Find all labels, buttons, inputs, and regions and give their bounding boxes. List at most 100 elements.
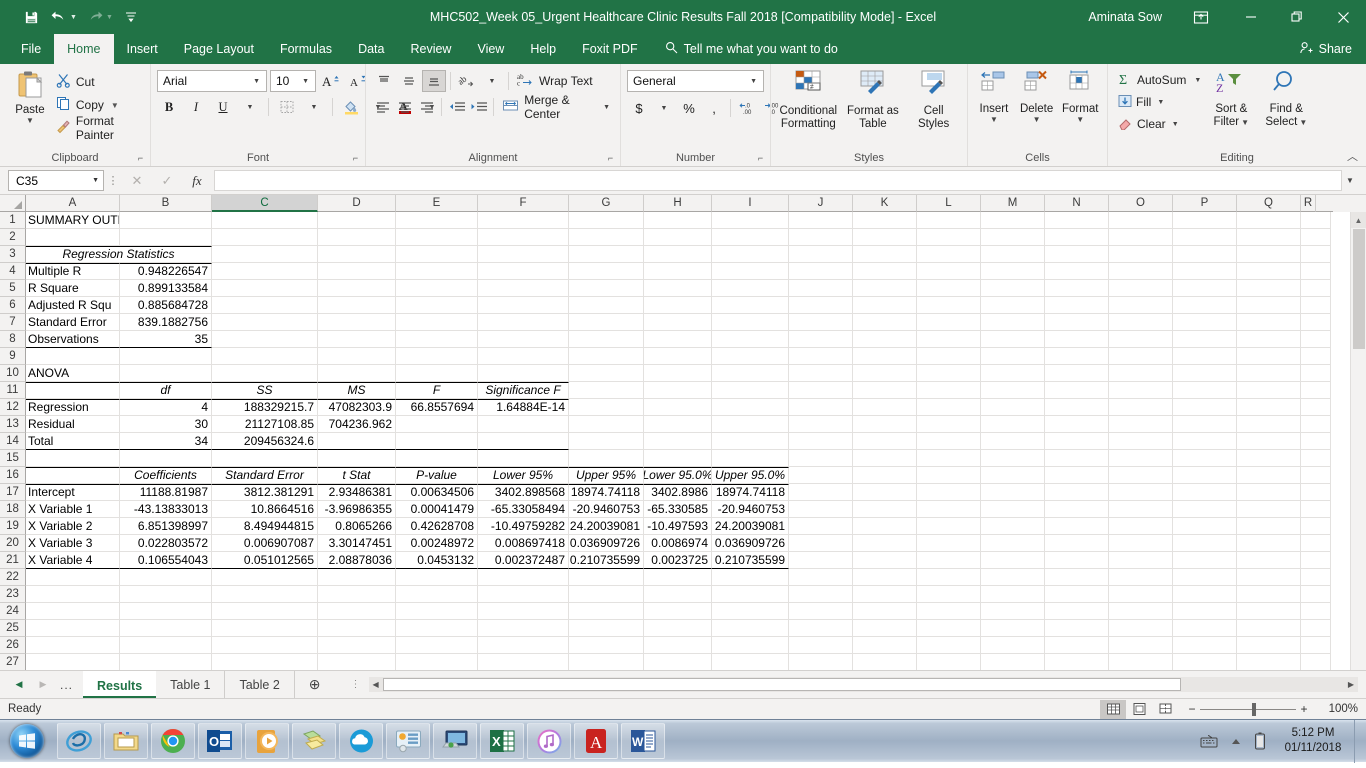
column-header-O[interactable]: O — [1109, 195, 1173, 212]
cell-M8[interactable] — [981, 331, 1045, 348]
cell-B10[interactable] — [120, 365, 212, 382]
cell-P20[interactable] — [1173, 535, 1237, 552]
cell-O1[interactable] — [1109, 212, 1173, 229]
cell-G8[interactable] — [569, 331, 644, 348]
wrap-text-button[interactable]: ab c Wrap Text — [513, 70, 597, 92]
merge-center-dropdown-caret[interactable]: ▼ — [603, 104, 610, 111]
cell-G25[interactable] — [569, 620, 644, 637]
cell-R9[interactable] — [1301, 348, 1331, 365]
cell-H1[interactable] — [644, 212, 712, 229]
cell-R23[interactable] — [1301, 586, 1331, 603]
cell-M13[interactable] — [981, 416, 1045, 433]
cell-H11[interactable] — [644, 382, 712, 399]
column-header-E[interactable]: E — [396, 195, 478, 212]
column-header-H[interactable]: H — [644, 195, 712, 212]
cell-L1[interactable] — [917, 212, 981, 229]
increase-font-size-icon[interactable]: A — [319, 70, 343, 92]
save-icon[interactable] — [18, 5, 44, 29]
row-header-16[interactable]: 16 — [0, 467, 26, 484]
cell-L5[interactable] — [917, 280, 981, 297]
cell-L19[interactable] — [917, 518, 981, 535]
cell-J9[interactable] — [789, 348, 853, 365]
cell-A24[interactable] — [26, 603, 120, 620]
cell-D19[interactable]: 0.8065266 — [318, 518, 396, 535]
cell-A16[interactable] — [26, 467, 120, 484]
cell-G19[interactable]: 24.20039081 — [569, 518, 644, 535]
cell-J23[interactable] — [789, 586, 853, 603]
cell-B13[interactable]: 30 — [120, 416, 212, 433]
cell-O3[interactable] — [1109, 246, 1173, 263]
close-button[interactable] — [1320, 0, 1366, 34]
cell-D1[interactable] — [318, 212, 396, 229]
cell-G23[interactable] — [569, 586, 644, 603]
tab-home[interactable]: Home — [54, 34, 114, 64]
cell-P13[interactable] — [1173, 416, 1237, 433]
row-header-24[interactable]: 24 — [0, 603, 26, 620]
page-layout-view-icon[interactable] — [1126, 700, 1152, 719]
row-header-11[interactable]: 11 — [0, 382, 26, 399]
cell-R6[interactable] — [1301, 297, 1331, 314]
cell-P12[interactable] — [1173, 399, 1237, 416]
cell-D9[interactable] — [318, 348, 396, 365]
vertical-scroll-thumb[interactable] — [1352, 229, 1365, 349]
cell-Q7[interactable] — [1237, 314, 1301, 331]
tab-data[interactable]: Data — [345, 34, 397, 64]
next-sheet-arrow[interactable]: ▶ — [36, 679, 50, 690]
cell-G24[interactable] — [569, 603, 644, 620]
cell-B15[interactable] — [120, 450, 212, 467]
cell-J10[interactable] — [789, 365, 853, 382]
fill-caret[interactable]: ▼ — [1157, 99, 1164, 106]
cell-A22[interactable] — [26, 569, 120, 586]
accounting-dropdown-caret[interactable]: ▼ — [652, 97, 676, 119]
cell-N25[interactable] — [1045, 620, 1109, 637]
cell-P25[interactable] — [1173, 620, 1237, 637]
insert-function-button[interactable]: fx — [182, 170, 212, 192]
cell-Q22[interactable] — [1237, 569, 1301, 586]
column-header-N[interactable]: N — [1045, 195, 1109, 212]
cell-G14[interactable] — [569, 433, 644, 450]
fill-button[interactable]: Fill ▼ — [1118, 92, 1201, 112]
row-header-18[interactable]: 18 — [0, 501, 26, 518]
zoom-slider[interactable]: − + — [1184, 702, 1312, 716]
cell-C17[interactable]: 3812.381291 — [212, 484, 318, 501]
select-all-corner[interactable] — [0, 195, 26, 212]
cell-M15[interactable] — [981, 450, 1045, 467]
cell-C4[interactable] — [212, 263, 318, 280]
cell-J11[interactable] — [789, 382, 853, 399]
cell-I27[interactable] — [712, 654, 789, 670]
cell-styles-button[interactable]: Cell Styles — [906, 68, 961, 131]
cell-I15[interactable] — [712, 450, 789, 467]
cell-I7[interactable] — [712, 314, 789, 331]
cell-F7[interactable] — [478, 314, 569, 331]
cell-B11[interactable]: df — [120, 382, 212, 399]
name-box[interactable]: C35 ▼ — [8, 170, 104, 191]
cell-O9[interactable] — [1109, 348, 1173, 365]
cell-R27[interactable] — [1301, 654, 1331, 670]
cell-O11[interactable] — [1109, 382, 1173, 399]
cell-D6[interactable] — [318, 297, 396, 314]
cell-D18[interactable]: -3.96986355 — [318, 501, 396, 518]
cell-K27[interactable] — [853, 654, 917, 670]
cell-A20[interactable]: X Variable 3 — [26, 535, 120, 552]
cell-J26[interactable] — [789, 637, 853, 654]
row-header-25[interactable]: 25 — [0, 620, 26, 637]
merge-center-button[interactable]: Merge & Center ▼ — [498, 93, 614, 121]
sheet-tab-results[interactable]: Results — [83, 671, 157, 698]
cell-I3[interactable] — [712, 246, 789, 263]
confirm-entry-button[interactable]: ✓ — [152, 170, 182, 192]
cell-L24[interactable] — [917, 603, 981, 620]
cell-Q9[interactable] — [1237, 348, 1301, 365]
cell-P26[interactable] — [1173, 637, 1237, 654]
cell-E18[interactable]: 0.00041479 — [396, 501, 478, 518]
cell-K16[interactable] — [853, 467, 917, 484]
cell-O2[interactable] — [1109, 229, 1173, 246]
cell-N12[interactable] — [1045, 399, 1109, 416]
cell-M16[interactable] — [981, 467, 1045, 484]
adobe-reader-icon[interactable]: A — [574, 723, 618, 759]
cell-J2[interactable] — [789, 229, 853, 246]
battery-icon[interactable] — [1254, 732, 1266, 750]
cell-N16[interactable] — [1045, 467, 1109, 484]
cell-R11[interactable] — [1301, 382, 1331, 399]
zoom-out-button[interactable]: − — [1184, 702, 1200, 716]
cell-C27[interactable] — [212, 654, 318, 670]
